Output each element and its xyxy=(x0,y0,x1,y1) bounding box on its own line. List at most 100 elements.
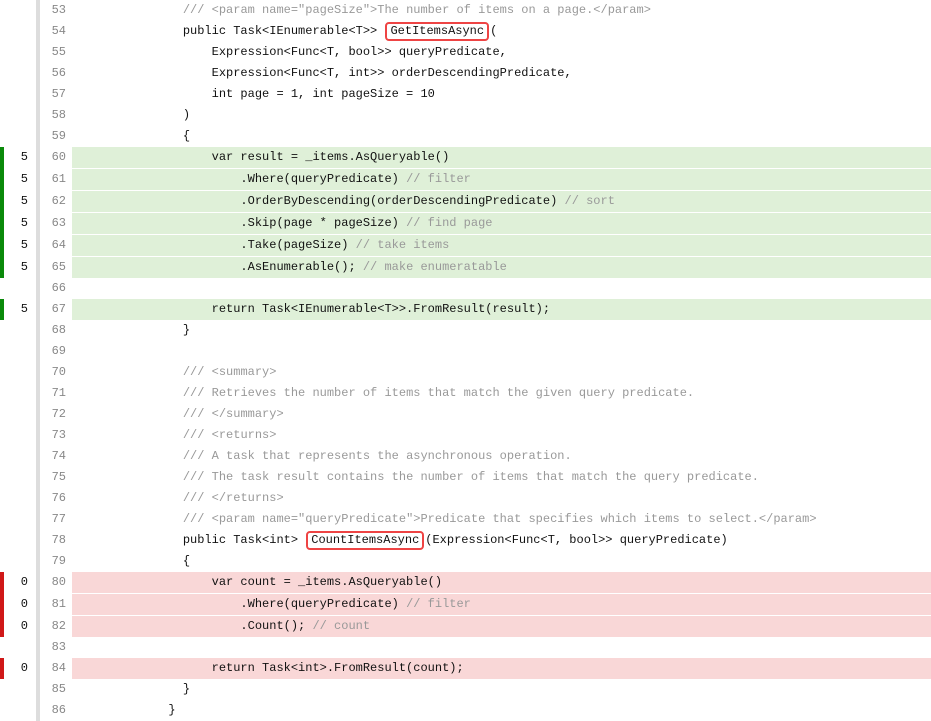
hit-count: 0 xyxy=(8,616,30,637)
coverage-bar xyxy=(0,235,4,257)
code-content: .Take(pageSize) // take items xyxy=(72,235,931,257)
code-text xyxy=(168,386,182,400)
code-content: var result = _items.AsQueryable() xyxy=(72,147,931,169)
coverage-bar xyxy=(0,509,4,530)
line-number: 73 xyxy=(44,425,72,446)
code-text: ( xyxy=(490,24,497,38)
code-line: 68 } xyxy=(0,320,931,341)
code-line: 76 /// </returns> xyxy=(0,488,931,509)
coverage-bar xyxy=(0,257,4,278)
code-line: 562 .OrderByDescending(orderDescendingPr… xyxy=(0,191,931,213)
hit-count xyxy=(8,700,30,721)
code-line: 53 /// <param name="pageSize">The number… xyxy=(0,0,931,21)
code-text xyxy=(168,512,182,526)
coverage-bar xyxy=(0,362,4,383)
line-number: 68 xyxy=(44,320,72,341)
hit-count: 0 xyxy=(8,572,30,594)
code-comment: /// </returns> xyxy=(183,491,284,505)
code-text: .OrderByDescending(orderDescendingPredic… xyxy=(168,194,564,208)
code-text xyxy=(168,470,182,484)
code-comment: /// A task that represents the asynchron… xyxy=(183,449,572,463)
code-content: .Count(); // count xyxy=(72,616,931,637)
code-content xyxy=(72,341,931,362)
code-content: /// <param name="queryPredicate">Predica… xyxy=(72,509,931,530)
code-line: 564 .Take(pageSize) // take items xyxy=(0,235,931,257)
line-number: 82 xyxy=(44,616,72,637)
code-content: /// Retrieves the number of items that m… xyxy=(72,383,931,404)
code-line: 73 /// <returns> xyxy=(0,425,931,446)
code-line: 72 /// </summary> xyxy=(0,404,931,425)
code-text xyxy=(168,3,182,17)
code-comment: /// <summary> xyxy=(183,365,277,379)
code-text xyxy=(168,428,182,442)
code-line: 85 } xyxy=(0,679,931,700)
code-line: 567 return Task<IEnumerable<T>>.FromResu… xyxy=(0,299,931,320)
code-content: Expression<Func<T, int>> orderDescending… xyxy=(72,63,931,84)
hit-count xyxy=(8,84,30,105)
coverage-bar xyxy=(0,191,4,213)
code-text: return Task<int>.FromResult(count); xyxy=(168,661,463,675)
code-content: { xyxy=(72,126,931,147)
code-content: .OrderByDescending(orderDescendingPredic… xyxy=(72,191,931,213)
code-text: var count = _items.AsQueryable() xyxy=(168,575,442,589)
code-content xyxy=(72,278,931,299)
gutter-bar xyxy=(36,679,40,700)
line-number: 72 xyxy=(44,404,72,425)
code-content xyxy=(72,637,931,658)
code-line: 66 xyxy=(0,278,931,299)
gutter-bar xyxy=(36,700,40,721)
line-number: 63 xyxy=(44,213,72,235)
code-line: 78 public Task<int> CountItemsAsync(Expr… xyxy=(0,530,931,551)
hit-count xyxy=(8,488,30,509)
code-text: public Task<int> xyxy=(168,533,305,547)
code-content: return Task<IEnumerable<T>>.FromResult(r… xyxy=(72,299,931,320)
gutter-bar xyxy=(36,320,40,341)
gutter-bar xyxy=(36,446,40,467)
coverage-bar xyxy=(0,467,4,488)
gutter-bar xyxy=(36,572,40,594)
code-text: } xyxy=(168,323,190,337)
code-comment: // sort xyxy=(565,194,615,208)
gutter-bar xyxy=(36,21,40,42)
code-text: return Task<IEnumerable<T>>.FromResult(r… xyxy=(168,302,550,316)
coverage-bar xyxy=(0,572,4,594)
code-comment: /// <param name="pageSize">The number of… xyxy=(183,3,651,17)
coverage-bar xyxy=(0,594,4,616)
hit-count: 5 xyxy=(8,169,30,191)
code-line: 71 /// Retrieves the number of items tha… xyxy=(0,383,931,404)
code-line: 084 return Task<int>.FromResult(count); xyxy=(0,658,931,679)
gutter-bar xyxy=(36,235,40,257)
coverage-bar xyxy=(0,341,4,362)
hit-count: 5 xyxy=(8,299,30,320)
code-line: 55 Expression<Func<T, bool>> queryPredic… xyxy=(0,42,931,63)
gutter-bar xyxy=(36,105,40,126)
line-number: 66 xyxy=(44,278,72,299)
code-text: Expression<Func<T, int>> orderDescending… xyxy=(168,66,571,80)
code-content: int page = 1, int pageSize = 10 xyxy=(72,84,931,105)
gutter-bar xyxy=(36,63,40,84)
gutter-bar xyxy=(36,0,40,21)
coverage-bar xyxy=(0,658,4,679)
gutter-bar xyxy=(36,169,40,191)
method-link[interactable]: CountItemsAsync xyxy=(306,531,424,550)
code-text: } xyxy=(168,703,175,717)
code-text: .Count(); xyxy=(168,619,312,633)
hit-count xyxy=(8,425,30,446)
code-line: 0 82 .Count(); // count xyxy=(0,616,931,637)
hit-count xyxy=(8,509,30,530)
coverage-bar xyxy=(0,213,4,235)
code-content: { xyxy=(72,551,931,572)
hit-count: 5 xyxy=(8,147,30,169)
coverage-bar xyxy=(0,0,4,21)
code-comment: // find page xyxy=(406,216,492,230)
code-content: /// </summary> xyxy=(72,404,931,425)
hit-count xyxy=(8,126,30,147)
method-link[interactable]: GetItemsAsync xyxy=(385,22,489,41)
hit-count xyxy=(8,637,30,658)
code-line: 080 var count = _items.AsQueryable() xyxy=(0,572,931,594)
coverage-bar xyxy=(0,21,4,42)
gutter-bar xyxy=(36,299,40,320)
gutter-bar xyxy=(36,278,40,299)
line-number: 70 xyxy=(44,362,72,383)
code-text xyxy=(168,449,182,463)
